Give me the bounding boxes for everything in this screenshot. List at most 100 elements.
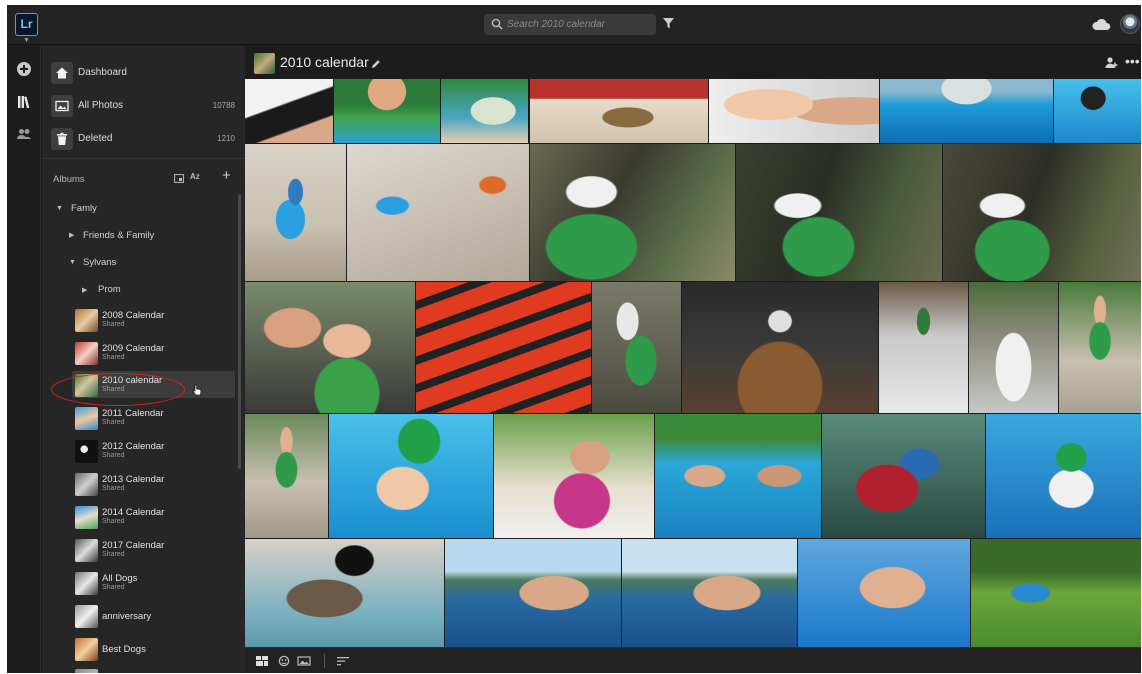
photo-thumbnail[interactable] [245, 414, 328, 538]
nav-dashboard[interactable]: Dashboard [42, 58, 245, 88]
add-photos-icon[interactable] [16, 61, 32, 77]
sidebar-scrollbar[interactable] [238, 194, 241, 469]
photo-thumbnail[interactable] [986, 414, 1141, 538]
album-name: 2008 Calendar [102, 310, 165, 321]
lightroom-logo[interactable]: Lr [15, 13, 38, 36]
photo-thumbnail[interactable] [1059, 282, 1141, 413]
album-title[interactable]: 2010 calendar [280, 54, 369, 70]
photo-thumbnail[interactable] [682, 282, 878, 413]
album-best-dogs[interactable]: Best Dogs [75, 637, 235, 663]
album-partial[interactable] [75, 668, 235, 673]
photos-icon-box [51, 95, 73, 117]
photo-thumbnail[interactable] [880, 79, 1053, 143]
photo-thumbnail[interactable] [1054, 79, 1141, 143]
album-shared-label: Shared [102, 551, 125, 558]
photo-thumbnail[interactable] [798, 539, 970, 647]
album-2013-calendar[interactable]: 2013 Calendar Shared [75, 472, 235, 498]
folder-family[interactable]: Famly [71, 203, 97, 214]
photo-grid [245, 79, 1141, 647]
nav-deleted[interactable]: Deleted 1210 [42, 124, 245, 154]
folder-prom[interactable]: Prom [98, 284, 121, 295]
folder-sylvans[interactable]: Sylvans [83, 257, 116, 268]
album-name: 2014 Calendar [102, 507, 165, 518]
photo-thumbnail[interactable] [494, 414, 654, 538]
add-album-button[interactable]: + [222, 168, 231, 184]
filter-icon[interactable] [662, 17, 675, 30]
photo-thumbnail[interactable] [879, 282, 968, 413]
photo-thumbnail[interactable] [622, 539, 797, 647]
sort-az-icon[interactable]: Az [190, 172, 200, 181]
share-people-icon[interactable] [1105, 56, 1118, 69]
people-view-icon[interactable] [277, 655, 291, 667]
grid-view-icon[interactable] [255, 655, 269, 667]
photo-thumbnail[interactable] [334, 79, 440, 143]
trash-icon-box [51, 128, 73, 150]
nav-all-photos[interactable]: All Photos 10788 [42, 91, 245, 121]
photo-thumbnail[interactable] [530, 144, 735, 281]
photo-thumbnail[interactable] [441, 79, 528, 143]
album-thumbnail [75, 473, 98, 496]
album-2009-calendar[interactable]: 2009 Calendar Shared [75, 341, 235, 367]
search-box[interactable] [484, 14, 656, 35]
album-cover-thumbnail [254, 53, 275, 74]
album-all-dogs[interactable]: All Dogs Shared [75, 571, 235, 597]
photo-thumbnail[interactable] [445, 539, 621, 647]
album-name: 2012 Calendar [102, 441, 165, 452]
caret-right-icon[interactable]: ▶ [82, 286, 87, 294]
folder-friends-family[interactable]: Friends & Family [83, 230, 154, 241]
photo-thumbnail[interactable] [655, 414, 821, 538]
photo-thumbnail[interactable] [347, 144, 529, 281]
photo-thumbnail[interactable] [245, 79, 333, 143]
album-thumbnail [75, 605, 98, 628]
app-menu-chevron-icon[interactable]: ▼ [23, 37, 30, 45]
album-anniversary[interactable]: anniversary [75, 604, 235, 630]
shared-people-icon[interactable] [16, 126, 32, 142]
deleted-count: 1210 [217, 134, 235, 143]
library-icon[interactable] [16, 94, 32, 110]
cloud-sync-icon[interactable] [1091, 17, 1111, 31]
photo-thumbnail[interactable] [971, 539, 1141, 647]
photo-thumbnail[interactable] [329, 414, 493, 538]
photo-thumbnail[interactable] [822, 414, 985, 538]
album-2014-calendar[interactable]: 2014 Calendar Shared [75, 505, 235, 531]
photo-thumbnail[interactable] [709, 79, 879, 143]
photo-count: 10788 [212, 101, 235, 110]
left-rail [7, 46, 41, 673]
album-shared-label: Shared [102, 452, 125, 459]
album-title-bar: 2010 calendar ••• [245, 46, 1141, 79]
search-input[interactable] [507, 14, 652, 35]
album-thumbnail [75, 572, 98, 595]
caret-down-icon[interactable]: ▼ [56, 205, 63, 212]
lightroom-window: Lr ▼ Search 2010 calendar Dashboard All … [7, 5, 1141, 673]
album-2017-calendar[interactable]: 2017 Calendar Shared [75, 538, 235, 564]
album-shared-label: Shared [102, 584, 125, 591]
caret-down-icon[interactable]: ▼ [69, 259, 76, 266]
photo-thumbnail[interactable] [245, 539, 444, 647]
album-thumbnail [75, 342, 98, 365]
photo-thumbnail[interactable] [943, 144, 1141, 281]
more-options-icon[interactable]: ••• [1125, 54, 1140, 68]
album-view: 2010 calendar ••• [245, 46, 1141, 673]
top-bar: Lr ▼ [7, 5, 1141, 45]
photo-thumbnail[interactable] [969, 282, 1058, 413]
user-avatar[interactable] [1120, 14, 1140, 34]
photo-thumbnail[interactable] [245, 144, 346, 281]
caret-right-icon[interactable]: ▶ [69, 231, 74, 239]
photo-thumbnail[interactable] [530, 79, 708, 143]
photo-thumbnail[interactable] [245, 282, 415, 413]
slideshow-icon[interactable] [297, 655, 311, 667]
album-folder-icon[interactable] [174, 174, 184, 183]
album-2011-calendar[interactable]: 2011 Calendar Shared [75, 406, 235, 432]
trash-icon [57, 132, 67, 145]
album-2012-calendar[interactable]: 2012 Calendar Shared [75, 439, 235, 465]
photo-thumbnail[interactable] [592, 282, 681, 413]
photo-thumbnail[interactable] [416, 282, 591, 413]
pencil-icon[interactable] [371, 59, 381, 69]
search-icon [491, 18, 503, 30]
bottom-toolbar [245, 647, 1141, 673]
album-thumbnail [75, 638, 98, 661]
photo-thumbnail[interactable] [736, 144, 942, 281]
albums-header: Albums [53, 174, 85, 185]
sort-icon[interactable] [336, 655, 350, 667]
album-2008-calendar[interactable]: 2008 Calendar Shared [75, 308, 235, 334]
